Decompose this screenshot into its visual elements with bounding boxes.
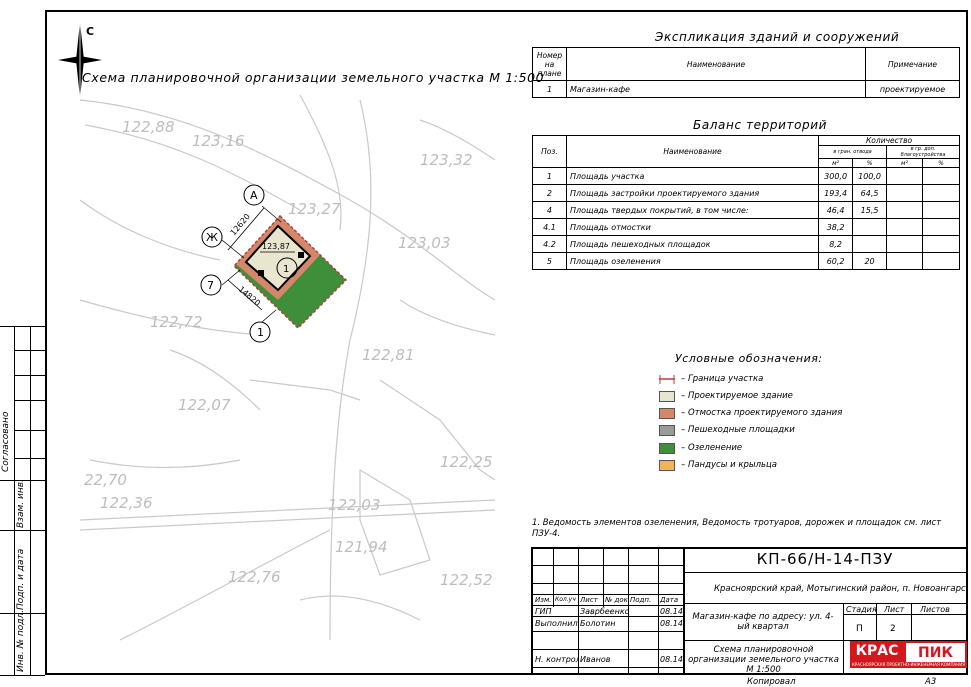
elevation-mark: 123,16 — [192, 132, 245, 150]
elevation-mark: 122,76 — [228, 568, 281, 586]
svg-text:12620: 12620 — [229, 212, 252, 237]
elevation-mark: 121,94 — [335, 538, 388, 556]
table-row: 4.1 Площадь отмостки 38,2 — [532, 218, 960, 236]
document-code: КП-66/Н-14-ПЗУ — [756, 550, 894, 568]
elevation-mark: 122,36 — [100, 494, 153, 512]
col-header: Наименование — [565, 47, 867, 81]
elevation-mark: 122,72 — [150, 313, 203, 331]
svg-text:123,87: 123,87 — [262, 242, 290, 251]
table-row: 2 Площадь застройки проектируемого здания… — [532, 184, 960, 202]
svg-text:1: 1 — [257, 326, 264, 339]
svg-text:С: С — [86, 25, 94, 38]
explication-title: Экспликация зданий и сооружений — [655, 30, 900, 44]
legend-item: – Озеленение — [659, 442, 742, 454]
sheet-title: Схема планировочной организации земельно… — [82, 70, 545, 85]
svg-text:А: А — [250, 189, 258, 202]
legend-title: Условные обозначения: — [675, 352, 823, 365]
elevation-mark: 122,81 — [362, 346, 415, 364]
elevation-mark: 122,88 — [122, 118, 175, 136]
table-row: 5 Площадь озеленения 60,2 20 — [532, 252, 960, 270]
boundary-swatch-icon — [659, 374, 675, 384]
col-header: Примечание — [865, 47, 960, 81]
site-plot: 1 123,87 12620 14820 — [221, 205, 348, 330]
legend-item: – Граница участка — [659, 373, 763, 385]
elevation-mark: 122,07 — [178, 396, 231, 414]
legend-item: – Отмостка проектируемого здания — [659, 407, 842, 419]
table-row: 1 Площадь участка 300,0 100,0 — [532, 167, 960, 185]
balance-title: Баланс территорий — [693, 118, 828, 132]
elevation-mark: 122,25 — [440, 453, 493, 471]
svg-text:7: 7 — [207, 279, 214, 292]
elevation-mark: 122,03 — [328, 496, 381, 514]
elevation-mark: 122,52 — [440, 571, 493, 589]
elevation-mark: 123,27 — [288, 200, 341, 218]
elevation-mark: 123,03 — [398, 234, 451, 252]
format-label: А3 — [925, 677, 937, 687]
general-note: 1. Ведомость элементов озеленения, Ведом… — [532, 518, 942, 539]
elevation-mark: 22,70 — [84, 471, 127, 489]
copied-label: Копировал — [747, 677, 796, 687]
table-row: 4 Площадь твердых покрытий, в том числе: 4… — [532, 201, 960, 219]
elevation-mark: 123,32 — [420, 151, 473, 169]
legend-item: – Проектируемое здание — [659, 390, 793, 402]
balance-table: Поз. Наименование Количество в гран. отв… — [532, 135, 960, 270]
col-header: Номер на плане — [532, 47, 567, 81]
company-logo: КРАС ПИК КРАСНОЯРСКАЯ ПРОЕКТНО-ИНЖЕНЕРНА… — [850, 641, 967, 668]
legend-item: – Пешеходные площадки — [659, 424, 795, 436]
svg-text:1: 1 — [283, 264, 289, 275]
table-row: 1 Магазин-кафе проектируемое — [532, 80, 960, 98]
north-arrow-icon: С — [58, 22, 102, 98]
svg-text:Ж: Ж — [206, 231, 218, 244]
table-row: 4.2 Площадь пешеходных площадок 8,2 — [532, 235, 960, 253]
legend-item: – Пандусы и крыльца — [659, 459, 777, 471]
explication-table: Номер на плане Наименование Примечание 1… — [532, 47, 960, 98]
